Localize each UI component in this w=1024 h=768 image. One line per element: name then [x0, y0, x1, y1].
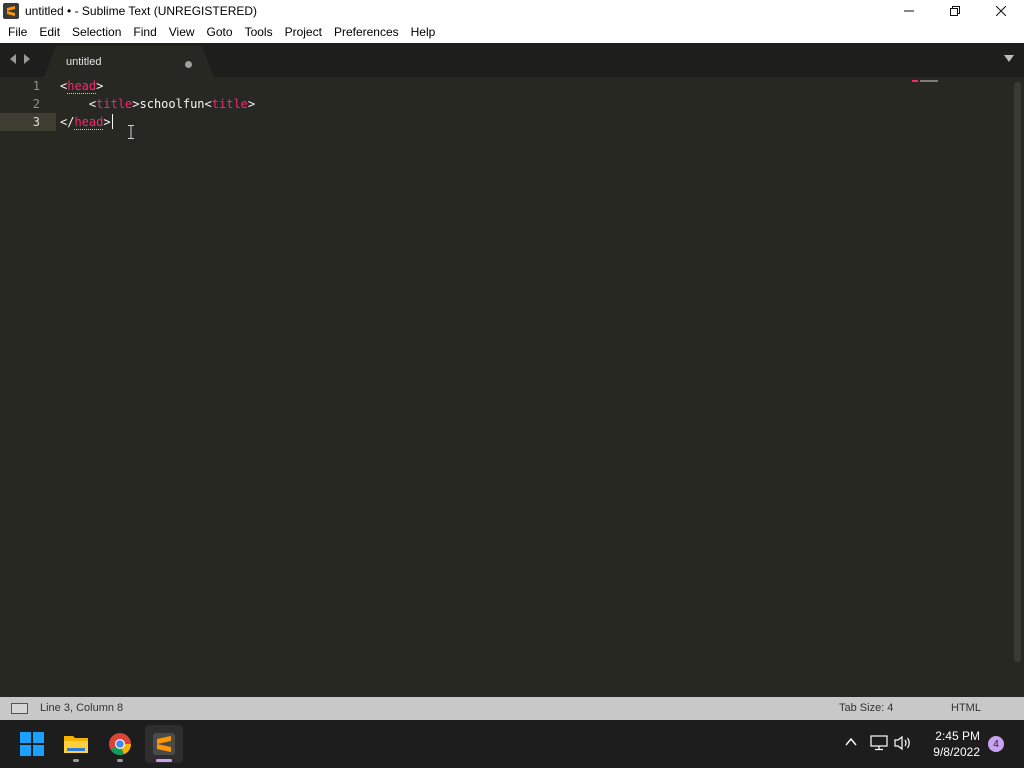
- code-tag-name: head: [67, 79, 97, 94]
- code-punctuation: </: [60, 115, 75, 129]
- window-controls: [886, 0, 1024, 22]
- menu-selection[interactable]: Selection: [66, 22, 127, 43]
- tab-next-icon[interactable]: [22, 53, 32, 65]
- line-number-active: 3: [32, 115, 40, 129]
- start-button[interactable]: [13, 725, 51, 763]
- menu-view[interactable]: View: [163, 22, 201, 43]
- restore-icon: [950, 6, 960, 16]
- code-punctuation: >: [132, 97, 140, 111]
- window-title: untitled • - Sublime Text (UNREGISTERED): [25, 4, 258, 18]
- taskbar-file-explorer[interactable]: [57, 725, 95, 763]
- file-explorer-icon: [64, 736, 88, 753]
- code-tag-name: head: [74, 115, 104, 130]
- tab-label: untitled: [66, 56, 102, 68]
- code-text: schoolfun: [139, 97, 205, 111]
- taskbar-sublime-text[interactable]: [145, 725, 183, 763]
- code-tag-name: title: [211, 97, 248, 111]
- tab-prev-icon[interactable]: [8, 53, 18, 65]
- close-button[interactable]: [978, 0, 1024, 22]
- menu-goto[interactable]: Goto: [201, 22, 239, 43]
- network-icon[interactable]: [870, 735, 888, 751]
- tab-list-dropdown-icon[interactable]: [1004, 55, 1014, 62]
- tab-bar: untitled: [0, 43, 1024, 77]
- code-punctuation: >: [96, 79, 104, 93]
- status-bar: Line 3, Column 8 Tab Size: 4 HTML: [0, 697, 1024, 720]
- text-cursor-icon: [128, 125, 134, 139]
- close-icon: [996, 6, 1006, 16]
- menu-preferences[interactable]: Preferences: [328, 22, 405, 43]
- menu-project[interactable]: Project: [279, 22, 328, 43]
- sublime-text-icon: [3, 3, 19, 19]
- syntax-selector[interactable]: HTML: [951, 702, 981, 714]
- menu-file[interactable]: File: [2, 22, 33, 43]
- menu-edit[interactable]: Edit: [33, 22, 66, 43]
- notification-badge[interactable]: 4: [988, 736, 1004, 752]
- chevron-up-icon[interactable]: [844, 736, 858, 748]
- tab-nav-arrows: [8, 53, 32, 65]
- menu-bar: File Edit Selection Find View Goto Tools…: [0, 22, 1024, 43]
- line-number: 2: [32, 97, 40, 111]
- sublime-text-icon: [153, 733, 175, 755]
- taskbar: 2:45 PM 9/8/2022 4: [0, 720, 1024, 768]
- menu-find[interactable]: Find: [127, 22, 162, 43]
- code-punctuation: >: [247, 97, 256, 111]
- code-line[interactable]: </head>: [60, 113, 113, 131]
- running-indicator: [73, 759, 79, 762]
- menu-tools[interactable]: Tools: [239, 22, 279, 43]
- minimize-button[interactable]: [886, 0, 932, 22]
- tab-size-selector[interactable]: Tab Size: 4: [839, 702, 893, 714]
- line-number-gutter: 1 2 3: [0, 77, 56, 697]
- taskbar-chrome[interactable]: [101, 725, 139, 763]
- title-bar: untitled • - Sublime Text (UNREGISTERED): [0, 0, 1024, 22]
- start-icon: [20, 732, 44, 756]
- unsaved-dot-icon[interactable]: [185, 61, 192, 68]
- volume-icon[interactable]: [894, 735, 912, 751]
- line-number: 1: [32, 79, 40, 93]
- editor-area[interactable]: 1 2 3 <head> <title>schoolfun<title> </he…: [0, 77, 1024, 697]
- tab-untitled[interactable]: untitled: [44, 46, 214, 77]
- active-indicator: [156, 759, 172, 762]
- code-tag-name: title: [96, 97, 133, 111]
- minimap[interactable]: [912, 80, 938, 83]
- clock-time: 2:45 PM: [935, 729, 980, 743]
- restore-button[interactable]: [932, 0, 978, 22]
- vertical-scrollbar[interactable]: [1014, 82, 1021, 662]
- code-line[interactable]: <title>schoolfun<title>: [60, 95, 255, 113]
- code-punctuation: <: [204, 97, 212, 111]
- system-clock[interactable]: 2:45 PM 9/8/2022: [920, 728, 980, 760]
- code-line[interactable]: <head>: [60, 77, 103, 95]
- code-punctuation: >: [103, 115, 111, 129]
- cursor-position: Line 3, Column 8: [40, 702, 124, 714]
- chrome-icon: [109, 733, 132, 756]
- clock-date: 9/8/2022: [933, 745, 980, 759]
- text-caret: [111, 114, 113, 129]
- minimize-icon: [904, 10, 914, 12]
- panel-toggle-icon[interactable]: [11, 703, 28, 714]
- menu-help[interactable]: Help: [405, 22, 442, 43]
- running-indicator: [117, 759, 123, 762]
